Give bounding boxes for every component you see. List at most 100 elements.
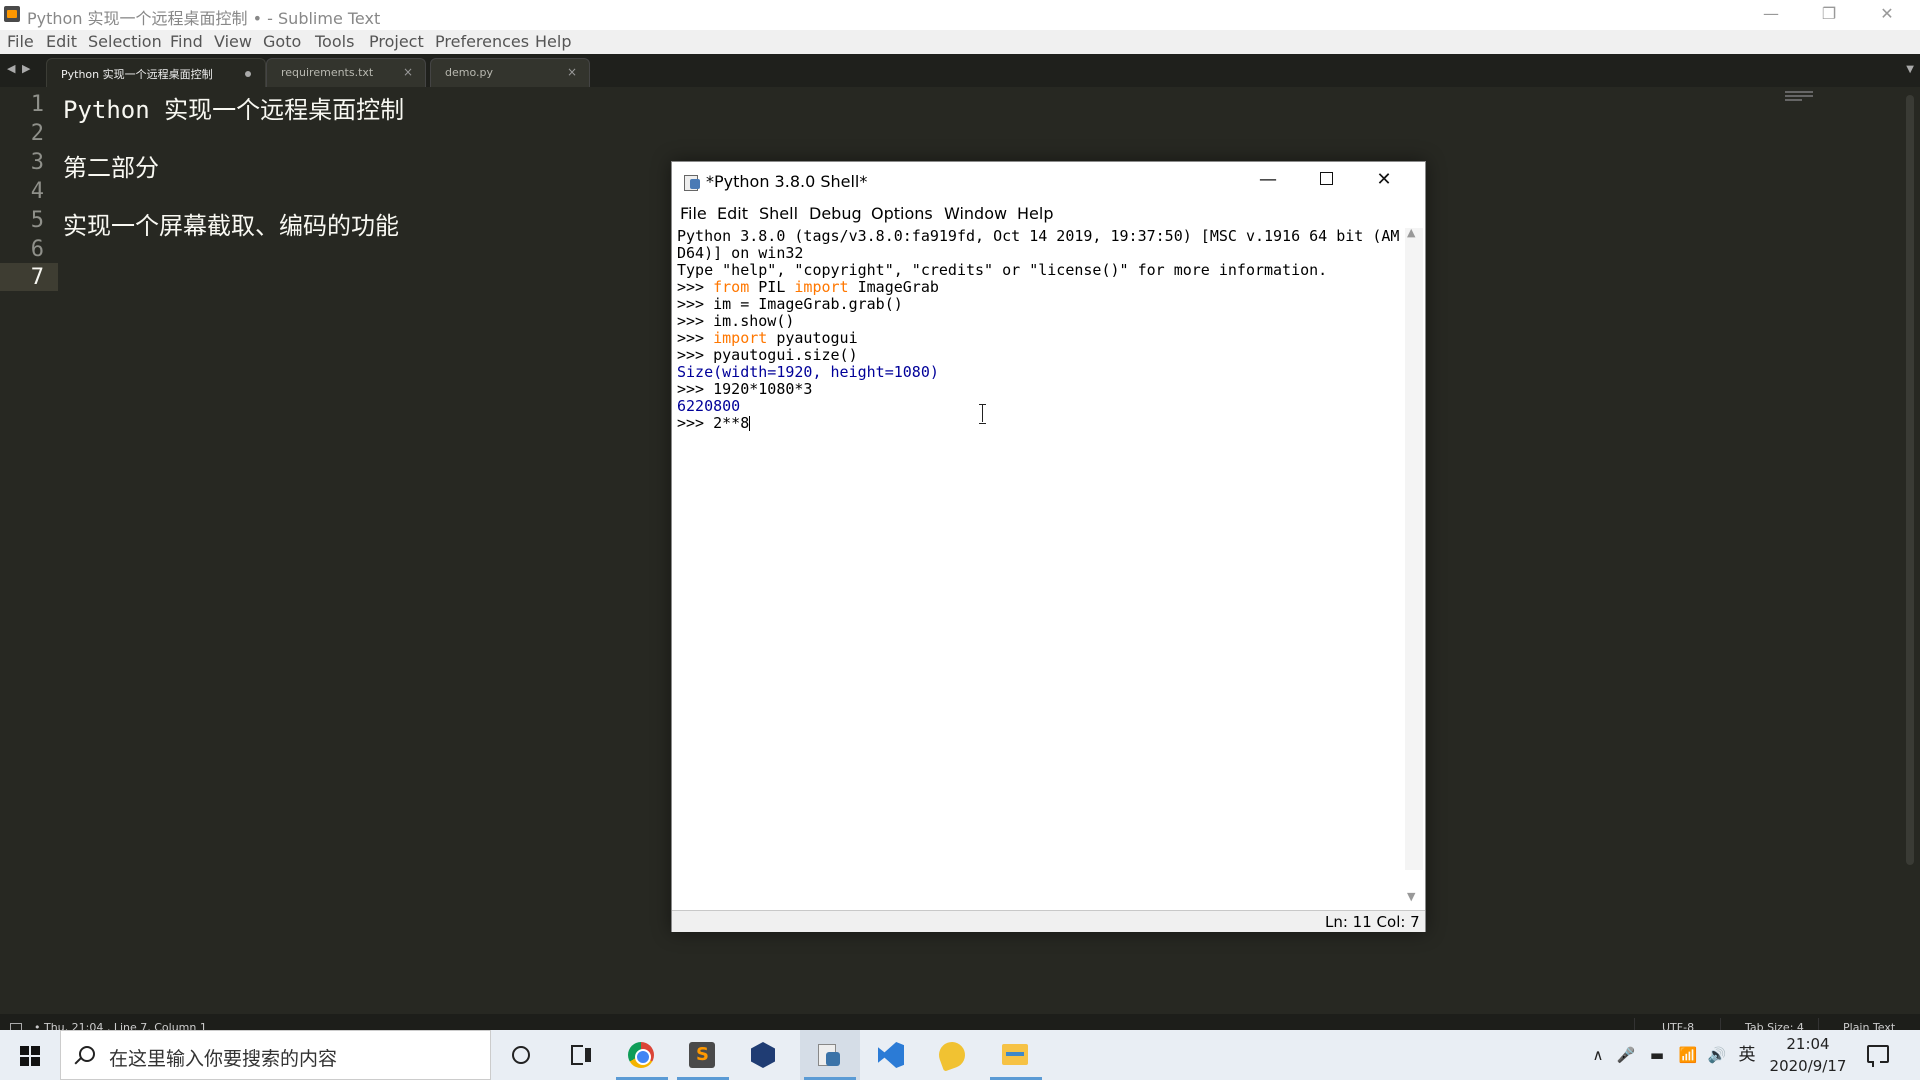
taskbar-search-box[interactable]: 在这里输入你要搜索的内容 [60,1030,491,1080]
line-number: 7 [30,265,44,290]
shell-prompt: >>> [677,380,714,398]
sublime-title-bar: Python 实现一个远程桌面控制 • - Sublime Text — ❐ ✕ [0,0,1920,30]
shell-menu-options[interactable]: Options [871,204,933,223]
shell-prompt: >>> [677,346,714,364]
volume-icon[interactable]: 🔊 [1704,1030,1730,1080]
shell-title-bar: *Python 3.8.0 Shell* — ✕ [672,162,1425,200]
shell-code: im.show() [713,312,795,330]
shell-scrollbar[interactable] [1405,228,1423,870]
shell-prompt: >>> [677,414,714,432]
code-line: 实现一个屏幕截取、编码的功能 [63,212,399,240]
menu-file[interactable]: File [7,32,34,51]
network-icon[interactable]: 📶 [1675,1030,1701,1080]
taskbar-python-idle[interactable] [800,1030,860,1080]
keyword: import [794,278,849,296]
shell-menu-edit[interactable]: Edit [717,204,748,223]
tab-demo-py[interactable]: demo.py × [430,58,590,87]
cortana-icon [512,1046,530,1064]
ime-indicator[interactable]: 英 [1734,1030,1760,1080]
windows-logo-icon [20,1046,29,1055]
unsaved-dot-icon [245,71,251,77]
menu-goto[interactable]: Goto [263,32,301,51]
editor-scrollbar[interactable] [1906,95,1914,865]
shell-prompt: >>> [677,312,714,330]
tab-requirements[interactable]: requirements.txt × [266,58,426,87]
shell-menu-help[interactable]: Help [1017,204,1053,223]
line-number: 5 [30,208,44,233]
shell-close-button[interactable]: ✕ [1355,162,1413,200]
clock-date[interactable]: 2020/9/17 [1764,1057,1852,1075]
menu-edit[interactable]: Edit [46,32,77,51]
python-shell-window: *Python 3.8.0 Shell* — ✕ File Edit Shell… [671,161,1426,932]
windows-logo-icon [31,1046,40,1055]
keyword: from [713,278,750,296]
microphone-icon[interactable]: 🎤 [1614,1030,1638,1080]
menu-preferences[interactable]: Preferences [435,32,529,51]
shell-text-area[interactable]: Python 3.8.0 (tags/v3.8.0:fa919fd, Oct 1… [677,228,1402,866]
tab-back-icon[interactable]: ◀ [7,62,15,75]
battery-icon[interactable]: ▬ [1643,1030,1671,1080]
shell-output: Size(width=1920, height=1080) [677,363,939,381]
tab-close-icon[interactable]: × [403,65,413,79]
notification-center-icon[interactable] [1867,1045,1889,1067]
shell-maximize-button[interactable] [1297,162,1355,200]
shell-code: pyautogui.size() [713,346,858,364]
maximize-icon [1319,172,1333,185]
tab-forward-icon[interactable]: ▶ [22,62,30,75]
minimize-button[interactable]: — [1742,0,1800,30]
menu-tools[interactable]: Tools [315,32,354,51]
start-button[interactable] [0,1030,58,1080]
minimap[interactable] [1785,91,1813,103]
sublime-menu-bar: File Edit Selection Find View Goto Tools… [0,30,1920,54]
tab-label: demo.py [445,66,493,79]
shell-menu-window[interactable]: Window [944,204,1007,223]
menu-project[interactable]: Project [369,32,424,51]
tab-close-icon[interactable]: × [567,65,577,79]
shell-cursor-position: Ln: 11 Col: 7 [1325,913,1420,931]
ibeam-cursor-icon [978,402,987,424]
vscode-icon [878,1042,904,1068]
shell-line: Type "help", "copyright", "credits" or "… [677,261,1328,279]
tray-chevron-icon[interactable]: ∧ [1586,1030,1610,1080]
menu-selection[interactable]: Selection [88,32,162,51]
menu-view[interactable]: View [214,32,252,51]
task-view-button[interactable] [551,1030,611,1080]
shell-code: PIL [749,278,795,296]
taskbar-file-explorer[interactable] [986,1030,1046,1080]
window-title: Python 实现一个远程桌面控制 • - Sublime Text [27,9,381,28]
python-idle-icon [684,173,702,191]
menu-help[interactable]: Help [535,32,571,51]
tab-bar: ◀ ▶ Python 实现一个远程桌面控制 requirements.txt ×… [0,54,1920,87]
shell-menu-shell[interactable]: Shell [759,204,798,223]
shell-prompt: >>> [677,278,714,296]
tab-list-dropdown-icon[interactable]: ▼ [1906,64,1914,75]
clock-time[interactable]: 21:04 [1768,1035,1848,1053]
close-button[interactable]: ✕ [1858,0,1916,30]
virtualbox-icon [751,1042,775,1068]
tab-python-remote-desktop[interactable]: Python 实现一个远程桌面控制 [46,58,266,87]
code-line: 第二部分 [63,154,159,182]
shell-menu-file[interactable]: File [680,204,707,223]
search-placeholder: 在这里输入你要搜索的内容 [109,1048,338,1070]
shell-line: D64)] on win32 [677,244,804,262]
line-number: 4 [30,179,44,204]
scroll-up-icon[interactable]: ▲ [1407,226,1415,239]
taskbar-vscode[interactable] [862,1030,922,1080]
shell-minimize-button[interactable]: — [1239,162,1297,200]
menu-find[interactable]: Find [170,32,203,51]
taskbar-paint[interactable] [923,1030,983,1080]
shell-code: im = ImageGrab.grab() [713,295,903,313]
line-number: 2 [30,121,44,146]
file-explorer-icon [1002,1044,1028,1065]
scroll-down-icon[interactable]: ▼ [1407,890,1415,903]
windows-logo-icon [31,1057,40,1066]
taskbar-virtualbox[interactable] [734,1030,794,1080]
tab-label: requirements.txt [281,66,374,79]
python-idle-icon [816,1042,842,1068]
taskbar-sublime-text[interactable] [673,1030,733,1080]
shell-menu-debug[interactable]: Debug [809,204,862,223]
sublime-app-icon [4,6,20,22]
cortana-button[interactable] [491,1030,551,1080]
taskbar-chrome[interactable] [612,1030,672,1080]
restore-button[interactable]: ❐ [1800,0,1858,30]
